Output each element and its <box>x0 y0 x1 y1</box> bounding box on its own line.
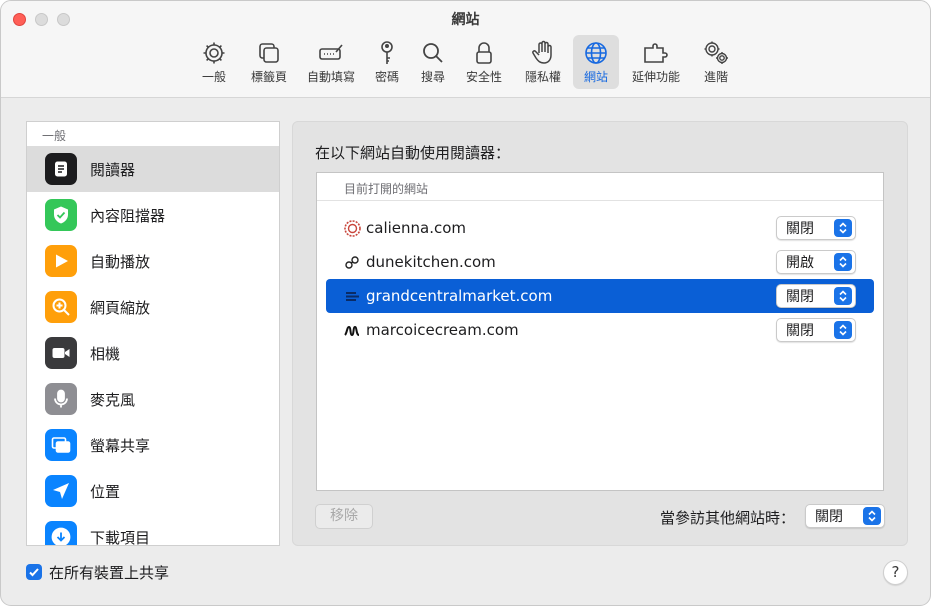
sidebar-item-downloads[interactable]: 下載項目 <box>27 514 279 546</box>
sidebar-section-title: 一般 <box>42 129 67 143</box>
tab-extensions[interactable]: 延伸功能 <box>628 35 684 89</box>
sidebar-item-label: 螢幕共享 <box>90 436 151 455</box>
tab-extensions-label: 延伸功能 <box>631 70 680 84</box>
key-icon <box>381 41 393 64</box>
reader-icon <box>45 153 77 185</box>
site-name: marcoicecream.com <box>366 321 519 339</box>
sidebar-item-label: 自動播放 <box>90 252 151 271</box>
puzzle-icon <box>644 43 668 63</box>
tab-privacy[interactable]: 隱私權 <box>519 35 567 89</box>
chevron-updown-icon <box>863 507 881 525</box>
sidebar-item-label: 麥克風 <box>90 390 136 409</box>
chevron-updown-icon <box>834 253 852 271</box>
sidebar-item-microphone[interactable]: 麥克風 <box>27 376 279 422</box>
popup-value: 關閉 <box>786 221 814 237</box>
hand-icon <box>532 40 552 64</box>
autofill-icon <box>319 44 343 60</box>
chevron-updown-icon <box>834 321 852 339</box>
other-websites-popup[interactable]: 關閉 <box>805 504 885 528</box>
chevron-updown-icon <box>834 287 852 305</box>
tab-search[interactable]: 搜尋 <box>417 35 449 89</box>
sidebar-item-content-blockers[interactable]: 內容阻擋器 <box>27 192 279 238</box>
magnifier-icon <box>423 43 443 63</box>
site-row-calienna[interactable]: calienna.com 關閉 <box>326 211 874 245</box>
calienna-favicon <box>343 219 361 237</box>
grandcentral-favicon <box>343 287 361 305</box>
site-row-marcoicecream[interactable]: marcoicecream.com 關閉 <box>326 313 874 347</box>
tab-tabs-label: 標籤頁 <box>250 70 287 84</box>
sidebar-item-camera[interactable]: 相機 <box>27 330 279 376</box>
globe-icon <box>585 42 607 64</box>
preferences-window: 網站 一般 標籤頁 自動填寫 密碼 搜尋 安全性 隱私權 網站 延伸功能 進階 … <box>0 0 931 606</box>
download-icon <box>45 521 77 545</box>
location-arrow-icon <box>45 475 77 507</box>
tab-passwords-label: 密碼 <box>374 70 399 84</box>
sidebar-item-reader[interactable]: 閱讀器 <box>27 146 279 192</box>
gear-icon <box>203 42 225 64</box>
tab-autofill[interactable]: 自動填寫 <box>303 35 359 89</box>
site-name: grandcentralmarket.com <box>366 287 553 305</box>
remove-button[interactable]: 移除 <box>315 504 373 529</box>
tab-websites-label: 網站 <box>583 70 608 84</box>
site-row-grandcentralmarket[interactable]: grandcentralmarket.com 關閉 <box>326 279 874 313</box>
popup-value: 關閉 <box>815 509 843 525</box>
camera-icon <box>45 337 77 369</box>
tab-websites[interactable]: 網站 <box>573 35 619 89</box>
gears-icon <box>704 41 728 64</box>
tab-autofill-label: 自動填寫 <box>306 70 355 84</box>
tab-security[interactable]: 安全性 <box>462 35 506 89</box>
sidebar-item-autoplay[interactable]: 自動播放 <box>27 238 279 284</box>
popup-value: 關閉 <box>786 289 814 305</box>
sidebar-item-label: 下載項目 <box>90 528 151 546</box>
preferences-toolbar: 一般 標籤頁 自動填寫 密碼 搜尋 安全性 隱私權 網站 延伸功能 進階 <box>1 35 930 91</box>
sidebar-item-label: 閱讀器 <box>90 160 136 179</box>
sites-list-header: 目前打開的網站 <box>317 173 883 201</box>
sidebar-item-label: 位置 <box>90 482 121 501</box>
tab-tabs[interactable]: 標籤頁 <box>246 35 292 89</box>
sidebar-item-label: 相機 <box>90 344 121 363</box>
sidebar-item-page-zoom[interactable]: 網頁縮放 <box>27 284 279 330</box>
tab-passwords[interactable]: 密碼 <box>371 35 403 89</box>
share-across-devices-label: 在所有裝置上共享 <box>49 564 170 582</box>
screen-share-icon <box>45 429 77 461</box>
site-reader-popup[interactable]: 關閉 <box>776 284 856 308</box>
popup-value: 開啟 <box>786 255 814 271</box>
chevron-updown-icon <box>834 219 852 237</box>
sites-list[interactable]: 目前打開的網站 calienna.com 關閉 dunekitchen.com … <box>316 172 884 491</box>
popup-value: 關閉 <box>786 323 814 339</box>
marco-favicon <box>343 321 361 339</box>
tab-general[interactable]: 一般 <box>197 35 231 89</box>
tab-general-label: 一般 <box>201 70 226 84</box>
tabs-icon <box>259 43 279 63</box>
sidebar-item-location[interactable]: 位置 <box>27 468 279 514</box>
help-button[interactable]: ? <box>883 560 908 585</box>
other-websites-label: 當參訪其他網站時： <box>660 509 796 527</box>
site-name: dunekitchen.com <box>366 253 496 271</box>
window-title: 網站 <box>451 12 480 28</box>
reader-settings-panel: 在以下網站自動使用閱讀器： 目前打開的網站 calienna.com 關閉 du… <box>292 121 908 546</box>
tab-search-label: 搜尋 <box>420 70 445 84</box>
site-reader-popup[interactable]: 關閉 <box>776 216 856 240</box>
tab-advanced-label: 進階 <box>703 70 728 84</box>
zoom-icon <box>45 291 77 323</box>
tab-security-label: 安全性 <box>465 70 502 84</box>
tab-privacy-label: 隱私權 <box>524 70 561 84</box>
sidebar-item-label: 網頁縮放 <box>90 298 151 317</box>
title-bar: 網站 一般 標籤頁 自動填寫 密碼 搜尋 安全性 隱私權 網站 延伸功能 進階 <box>1 1 930 98</box>
site-name: calienna.com <box>366 219 467 237</box>
play-icon <box>45 245 77 277</box>
sidebar-item-screen-sharing[interactable]: 螢幕共享 <box>27 422 279 468</box>
dunekitchen-favicon <box>343 253 361 271</box>
site-reader-popup[interactable]: 關閉 <box>776 318 856 342</box>
shield-check-icon <box>45 199 77 231</box>
share-across-devices-checkbox[interactable] <box>26 564 42 580</box>
tab-advanced[interactable]: 進階 <box>696 35 736 89</box>
lock-icon <box>476 42 492 64</box>
panel-heading: 在以下網站自動使用閱讀器： <box>315 144 511 162</box>
microphone-icon <box>45 383 77 415</box>
site-row-dunekitchen[interactable]: dunekitchen.com 開啟 <box>326 245 874 279</box>
sidebar[interactable]: 一般 閱讀器 內容阻擋器 自動播放 網頁縮放 相機 麥克風 螢幕共享 位置 下載… <box>26 121 280 546</box>
site-reader-popup[interactable]: 開啟 <box>776 250 856 274</box>
sidebar-item-label: 內容阻擋器 <box>90 206 166 225</box>
